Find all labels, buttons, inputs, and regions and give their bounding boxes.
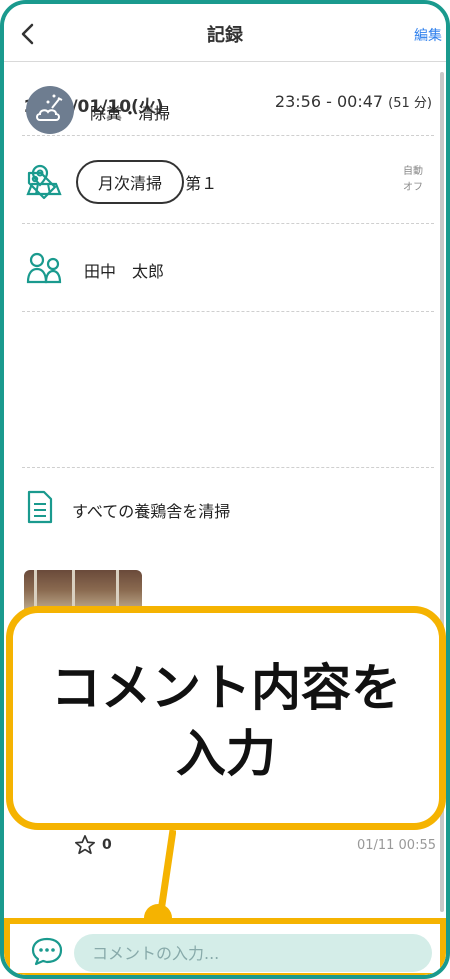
comment-input[interactable] [74, 934, 432, 972]
auto-label: 自動 [403, 166, 423, 177]
tag-icon [27, 171, 57, 200]
edit-button[interactable]: 編集 [414, 25, 442, 45]
page-title: 記録 [207, 25, 243, 46]
auto-status[interactable]: 自動 オフ [398, 164, 428, 196]
photo-detail [34, 570, 37, 610]
header-bar: 記録 編集 [4, 4, 446, 62]
comment-bubble-icon[interactable] [30, 936, 64, 966]
auto-value: オフ [403, 182, 423, 193]
memo-text: すべての養鶏舎を清掃 [72, 502, 231, 521]
photo-detail [72, 570, 75, 610]
attached-photo[interactable] [24, 570, 142, 610]
comment-meta: 0 01/11 00:55 [74, 834, 436, 862]
time-range: 23:56 - 00:47 [274, 92, 384, 111]
star-count: 0 [102, 837, 112, 853]
annotation-callout: コメント内容を 入力 [6, 606, 446, 830]
task-name: 除糞・清掃 [90, 104, 171, 123]
people-icon [26, 252, 62, 284]
duration: (51 分) [388, 96, 432, 111]
app-frame: 記録 編集 2023/01/10(火) 23:56 - 00:47 (51 分)… [0, 0, 450, 979]
star-icon[interactable] [74, 834, 96, 856]
callout-text: コメント内容を 入力 [13, 655, 439, 787]
record-detail: 2023/01/10(火) 23:56 - 00:47 (51 分) 田中養鶏農… [22, 62, 434, 546]
task-row: 除糞・清掃 月次清掃 [22, 86, 434, 468]
comment-timestamp: 01/11 00:55 [356, 838, 436, 853]
datetime-row: 2023/01/10(火) 23:56 - 00:47 (51 分) [22, 62, 434, 136]
cleaning-icon [26, 86, 74, 134]
record-time: 23:56 - 00:47 (51 分) [275, 92, 432, 111]
document-icon [27, 490, 53, 524]
person-name: 田中 太郎 [84, 262, 165, 281]
comment-bar [4, 918, 446, 975]
callout-line-1: コメント内容を [51, 659, 401, 717]
person-row: 田中 太郎 [22, 224, 434, 312]
callout-line-2: 入力 [176, 725, 276, 783]
tag-chip[interactable]: 月次清掃 [76, 160, 185, 204]
memo-row: すべての養鶏舎を清掃 [22, 468, 434, 546]
photo-detail [116, 570, 119, 610]
